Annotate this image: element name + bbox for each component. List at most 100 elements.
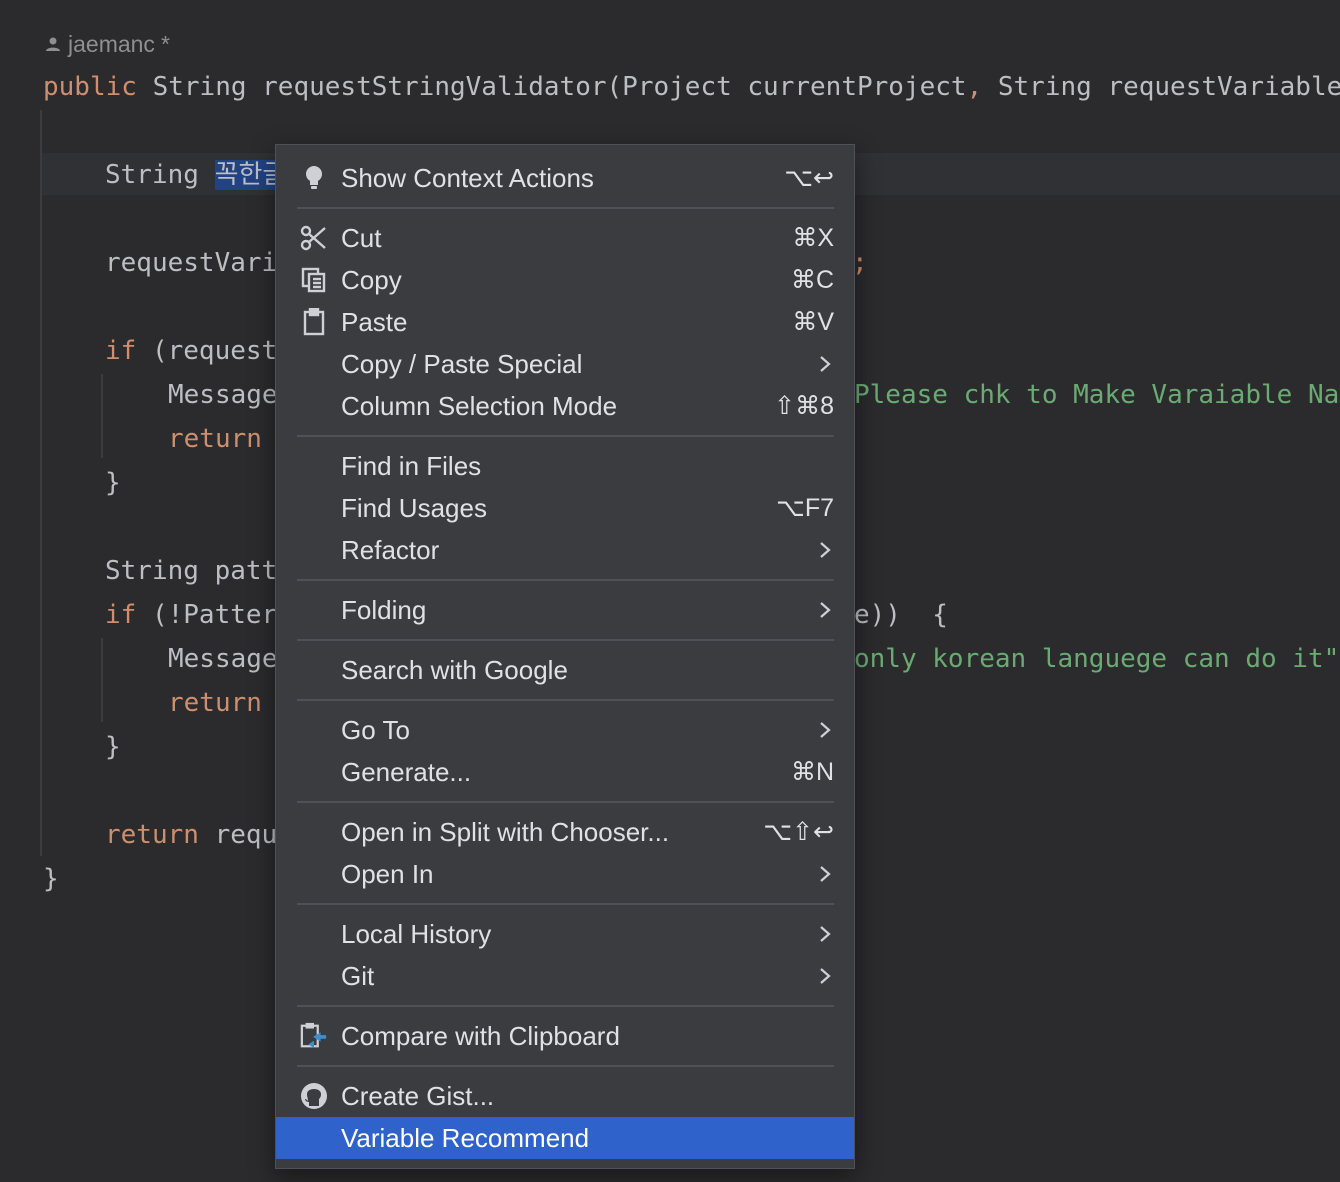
code-text: requ xyxy=(198,820,278,850)
menu-item-local-history[interactable]: Local History xyxy=(276,913,854,955)
menu-separator xyxy=(297,699,834,701)
menu-item-create-gist[interactable]: Create Gist... xyxy=(276,1075,854,1117)
menu-item-label: Copy / Paste Special xyxy=(341,349,583,379)
menu-separator xyxy=(297,903,834,905)
menu-item-go-to[interactable]: Go To xyxy=(276,709,854,751)
code-line: if (!Patter xyxy=(105,595,277,635)
menu-item-shortcut: ⇧⌘8 xyxy=(774,392,834,420)
menu-item-paste[interactable]: Paste ⌘V xyxy=(276,301,854,343)
chevron-right-icon xyxy=(820,926,831,942)
code-text: String requestVariable xyxy=(982,72,1340,102)
menu-item-label: Open in Split with Chooser... xyxy=(341,817,670,847)
code-line: Message xyxy=(168,644,278,674)
code-punct: , xyxy=(966,72,983,102)
menu-item-find-in-files[interactable]: Find in Files xyxy=(276,445,854,487)
code-line: String patt xyxy=(105,556,278,586)
code-line-tail: e)) { xyxy=(854,600,948,630)
github-icon xyxy=(300,1083,328,1109)
menu-item-label: Find in Files xyxy=(341,451,482,481)
code-text: (request xyxy=(136,336,278,366)
menu-item-shortcut: ⌘N xyxy=(790,758,834,786)
menu-item-label: Generate... xyxy=(341,757,472,787)
author-name: jaemanc xyxy=(68,31,155,57)
menu-item-label: Column Selection Mode xyxy=(341,391,618,421)
menu-item-shortcut: ⌥↩ xyxy=(784,164,834,192)
lightbulb-icon xyxy=(300,165,328,191)
menu-item-generate[interactable]: Generate... ⌘N xyxy=(276,751,854,793)
chevron-right-icon xyxy=(820,356,831,372)
menu-item-label: Show Context Actions xyxy=(341,163,594,193)
menu-separator xyxy=(297,801,834,803)
code-keyword: if xyxy=(105,336,137,366)
menu-item-label: Open In xyxy=(341,859,434,889)
chevron-right-icon xyxy=(820,602,831,618)
menu-item-column-selection-mode[interactable]: Column Selection Mode ⇧⌘8 xyxy=(276,385,854,427)
menu-item-label: Create Gist... xyxy=(341,1081,495,1111)
code-string: only korean languege can do it" xyxy=(854,644,1340,674)
menu-item-shortcut: ⌘V xyxy=(792,308,834,336)
indent-guide xyxy=(40,110,42,856)
menu-separator xyxy=(297,1005,834,1007)
menu-item-open-in-split[interactable]: Open in Split with Chooser... ⌥⇧↩ xyxy=(276,811,854,853)
copy-icon xyxy=(300,267,328,293)
code-keyword: return xyxy=(168,424,262,454)
editor-context-menu: Show Context Actions ⌥↩ Cut ⌘X Copy ⌘C P… xyxy=(275,144,855,1169)
menu-item-label: Compare with Clipboard xyxy=(341,1021,620,1051)
code-text: requestVari xyxy=(105,248,278,278)
menu-item-compare-with-clipboard[interactable]: Compare with Clipboard xyxy=(276,1015,854,1057)
scissors-icon xyxy=(300,225,328,251)
code-string: Please chk to Make Varaiable Na xyxy=(854,380,1340,410)
menu-item-shortcut: ⌥F7 xyxy=(776,494,834,522)
code-line: Message xyxy=(168,380,278,410)
menu-item-variable-recommend[interactable]: Variable Recommend xyxy=(276,1117,854,1159)
code-brace: } xyxy=(43,864,59,894)
menu-item-copy[interactable]: Copy ⌘C xyxy=(276,259,854,301)
menu-item-shortcut: ⌘X xyxy=(792,224,834,252)
code-text: String requestStringValidator(Project cu… xyxy=(136,72,967,102)
code-line-declaration: String 꼭한글 xyxy=(105,155,287,195)
menu-item-cut[interactable]: Cut ⌘X xyxy=(276,217,854,259)
menu-separator xyxy=(297,207,834,209)
menu-item-label: Refactor xyxy=(341,535,440,565)
code-keyword: public xyxy=(43,72,137,102)
menu-separator xyxy=(297,639,834,641)
code-line: return requ xyxy=(105,815,277,855)
chevron-right-icon xyxy=(820,866,831,882)
indent-guide xyxy=(101,374,103,458)
menu-item-find-usages[interactable]: Find Usages ⌥F7 xyxy=(276,487,854,529)
code-brace: } xyxy=(105,732,121,762)
chevron-right-icon xyxy=(820,722,831,738)
menu-item-shortcut: ⌘C xyxy=(790,266,834,294)
code-line: if (request xyxy=(105,331,277,371)
menu-item-shortcut: ⌥⇧↩ xyxy=(763,818,834,846)
menu-item-show-context-actions[interactable]: Show Context Actions ⌥↩ xyxy=(276,157,854,199)
code-text: (!Patter xyxy=(136,600,278,630)
menu-item-label: Local History xyxy=(341,919,492,949)
menu-item-label: Go To xyxy=(341,715,410,745)
menu-item-git[interactable]: Git xyxy=(276,955,854,997)
code-keyword: return xyxy=(105,820,199,850)
compare-clipboard-icon xyxy=(300,1022,328,1049)
menu-item-folding[interactable]: Folding xyxy=(276,589,854,631)
menu-item-refactor[interactable]: Refactor xyxy=(276,529,854,571)
code-brace: } xyxy=(105,468,121,498)
menu-item-copy-paste-special[interactable]: Copy / Paste Special xyxy=(276,343,854,385)
menu-item-open-in[interactable]: Open In xyxy=(276,853,854,895)
clipboard-icon xyxy=(300,308,328,336)
menu-item-label: Copy xyxy=(341,265,402,295)
code-author-hint[interactable]: jaemanc * xyxy=(44,28,170,60)
menu-item-label: Search with Google xyxy=(341,655,568,685)
menu-item-label: Variable Recommend xyxy=(341,1123,590,1153)
menu-item-search-with-google[interactable]: Search with Google xyxy=(276,649,854,691)
chevron-right-icon xyxy=(820,968,831,984)
menu-item-label: Paste xyxy=(341,307,408,337)
code-keyword: return xyxy=(168,688,262,718)
indent-guide xyxy=(101,638,103,722)
author-modified-mark: * xyxy=(160,31,170,57)
user-icon xyxy=(46,37,60,51)
chevron-right-icon xyxy=(820,542,831,558)
code-keyword: if xyxy=(105,600,137,630)
menu-separator xyxy=(297,1065,834,1067)
code-line: requestVari xyxy=(105,243,277,283)
menu-item-label: Find Usages xyxy=(341,493,487,523)
